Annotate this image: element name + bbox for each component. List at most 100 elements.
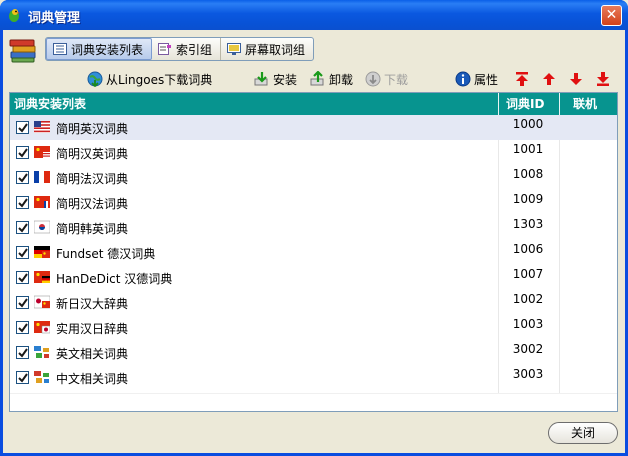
column-divider[interactable]: [498, 93, 499, 115]
info-icon: [455, 71, 471, 87]
enable-checkbox[interactable]: [16, 271, 29, 284]
checkmark-icon: [18, 323, 28, 333]
dictionary-id: 1001: [512, 142, 544, 156]
enable-checkbox[interactable]: [16, 371, 29, 384]
enable-checkbox[interactable]: [16, 121, 29, 134]
tab-screen-capture-label: 屏幕取词组: [245, 42, 306, 57]
dictionary-id: 1000: [512, 117, 544, 131]
enable-checkbox[interactable]: [16, 246, 29, 259]
download-icon: [365, 71, 381, 87]
list-item[interactable]: 英文相关词典 3002: [10, 340, 617, 365]
client-area: 词典安装列表 索引组 屏幕取词组 从Lingoes下载词典 安装 卸载 下载 属…: [3, 30, 625, 453]
close-button[interactable]: 关闭: [548, 422, 618, 444]
uninstall-icon: [310, 71, 324, 86]
dictionary-id: 1006: [512, 242, 544, 256]
install-label: 安装: [273, 72, 298, 87]
index-group-icon: [158, 43, 172, 55]
enable-checkbox[interactable]: [16, 196, 29, 209]
tab-install-list[interactable]: 词典安装列表: [46, 38, 153, 60]
dictionary-name: 中文相关词典: [56, 372, 129, 386]
list-item[interactable]: 简明汉英词典 1001: [10, 140, 617, 165]
properties-button[interactable]: 属性: [455, 70, 498, 88]
tab-index-group[interactable]: 索引组: [152, 38, 222, 60]
dictionary-name: Fundset 德汉词典: [56, 247, 156, 261]
dictionary-id: 3002: [512, 342, 544, 356]
checkmark-icon: [18, 248, 28, 258]
list-icon: [53, 43, 67, 55]
list-item[interactable]: 中文相关词典 3003: [10, 365, 617, 390]
window-close-button[interactable]: ✕: [601, 5, 622, 26]
column-header-online[interactable]: 联机: [573, 93, 597, 115]
list-item[interactable]: 实用汉日辞典 1003: [10, 315, 617, 340]
dictionary-id: 1008: [512, 167, 544, 181]
enable-checkbox[interactable]: [16, 321, 29, 334]
move-down-icon[interactable]: [568, 70, 584, 88]
list-item[interactable]: HanDeDict 汉德词典 1007: [10, 265, 617, 290]
books-icon: [9, 39, 36, 63]
enable-checkbox[interactable]: [16, 146, 29, 159]
cn-fr-flag: [34, 196, 50, 208]
dictionary-name: 简明汉英词典: [56, 147, 129, 161]
properties-label: 属性: [474, 72, 499, 87]
related-cn-icon: [34, 371, 49, 383]
download-button[interactable]: 下载: [365, 70, 408, 88]
dictionary-name: 英文相关词典: [56, 347, 129, 361]
dictionary-name: 简明法汉词典: [56, 172, 129, 186]
uninstall-label: 卸载: [329, 72, 354, 87]
checkmark-icon: [18, 223, 28, 233]
column-header-name[interactable]: 词典安装列表: [14, 93, 86, 115]
globe-download-icon: [87, 71, 103, 87]
list-item[interactable]: 简明法汉词典 1008: [10, 165, 617, 190]
move-up-icon[interactable]: [541, 70, 557, 88]
checkmark-icon: [18, 298, 28, 308]
move-top-icon[interactable]: [514, 70, 530, 88]
action-toolbar: 从Lingoes下载词典 安装 卸载 下载 属性: [3, 68, 625, 90]
jp-cn-flag: [34, 295, 50, 309]
download-from-lingoes-label: 从Lingoes下载词典: [106, 72, 213, 87]
enable-checkbox[interactable]: [16, 221, 29, 234]
dictionary-id: 3003: [512, 367, 544, 381]
dictionary-name: 简明韩英词典: [56, 222, 129, 236]
download-label: 下载: [384, 72, 409, 87]
uninstall-button[interactable]: 卸载: [310, 70, 353, 88]
parrot-icon: [9, 9, 20, 22]
tab-screen-capture-group[interactable]: 屏幕取词组: [221, 38, 313, 60]
dictionary-name: 简明汉法词典: [56, 197, 129, 211]
install-button[interactable]: 安装: [254, 70, 297, 88]
dictionary-name: 实用汉日辞典: [56, 322, 129, 336]
checkmark-icon: [18, 123, 28, 133]
list-item[interactable]: Fundset 德汉词典 1006: [10, 240, 617, 265]
install-icon: [254, 72, 268, 86]
download-from-lingoes-button[interactable]: 从Lingoes下载词典: [87, 70, 212, 88]
checkmark-icon: [18, 273, 28, 283]
cn-jp-flag: [34, 321, 50, 334]
dictionary-id: 1303: [512, 217, 544, 231]
kr-flag: [34, 220, 50, 234]
column-header-id[interactable]: 词典ID: [506, 93, 544, 115]
list-item[interactable]: 简明韩英词典 1303: [10, 215, 617, 240]
dictionary-name: HanDeDict 汉德词典: [56, 272, 173, 286]
move-bottom-icon[interactable]: [595, 70, 611, 88]
dictionary-list[interactable]: 词典安装列表 词典ID 联机 简明英汉词典 1000 简明汉英词典 1001 简明法汉词…: [9, 92, 618, 412]
enable-checkbox[interactable]: [16, 171, 29, 184]
checkmark-icon: [18, 348, 28, 358]
enable-checkbox[interactable]: [16, 346, 29, 359]
window-title: 词典管理: [28, 11, 81, 26]
list-item[interactable]: 新日汉大辞典 1002: [10, 290, 617, 315]
de-cn-flag: [34, 246, 50, 258]
dictionary-name: 新日汉大辞典: [56, 297, 129, 311]
screen-capture-icon: [227, 43, 242, 55]
us-flag: [34, 121, 50, 133]
list-item[interactable]: 简明汉法词典 1009: [10, 190, 617, 215]
dictionary-id: 1009: [512, 192, 544, 206]
tab-install-list-label: 词典安装列表: [71, 42, 144, 57]
column-divider[interactable]: [559, 93, 560, 115]
enable-checkbox[interactable]: [16, 296, 29, 309]
checkmark-icon: [18, 198, 28, 208]
list-item[interactable]: 简明英汉词典 1000: [10, 115, 617, 140]
title-bar[interactable]: 词典管理 ✕: [0, 0, 628, 30]
dictionary-id: 1003: [512, 317, 544, 331]
cn-de-flag: [34, 271, 50, 283]
view-tabs: 词典安装列表 索引组 屏幕取词组: [45, 37, 315, 61]
checkmark-icon: [18, 148, 28, 158]
